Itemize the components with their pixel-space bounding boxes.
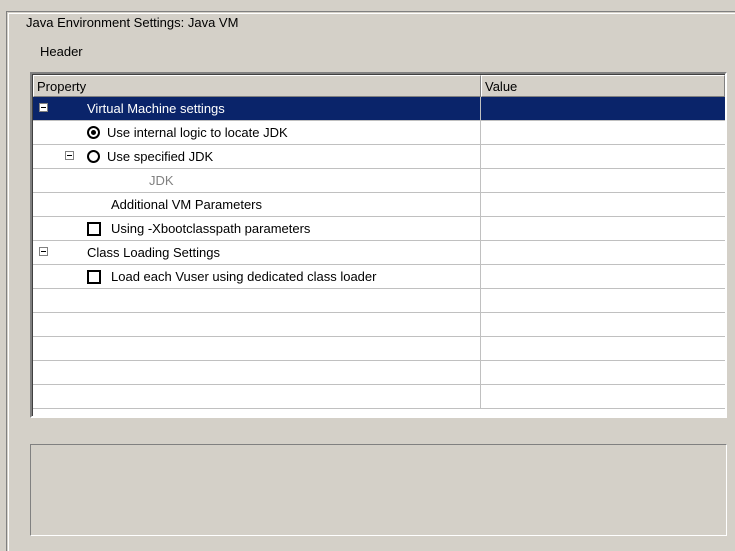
grid-row-use-internal-logic[interactable]: Use internal logic to locate JDK bbox=[33, 121, 725, 145]
collapse-icon[interactable] bbox=[39, 103, 48, 112]
grid-row-empty bbox=[33, 289, 725, 313]
row-value[interactable] bbox=[481, 97, 725, 120]
header-label: Header bbox=[40, 44, 83, 59]
checkbox-unchecked-icon[interactable] bbox=[87, 270, 101, 284]
grid-row-xbootclasspath[interactable]: Using -Xbootclasspath parameters bbox=[33, 217, 725, 241]
row-value[interactable] bbox=[481, 265, 725, 288]
grid-row-virtual-machine-settings[interactable]: Virtual Machine settings bbox=[33, 97, 725, 121]
row-label: Virtual Machine settings bbox=[87, 101, 225, 116]
row-value[interactable] bbox=[481, 169, 725, 192]
grid-row-class-loading-settings[interactable]: Class Loading Settings bbox=[33, 241, 725, 265]
grid-row-empty bbox=[33, 361, 725, 385]
row-label: Load each Vuser using dedicated class lo… bbox=[111, 269, 377, 284]
row-value[interactable] bbox=[481, 145, 725, 168]
groupbox-title: Java Environment Settings: Java VM bbox=[23, 15, 242, 30]
row-label: Use internal logic to locate JDK bbox=[107, 125, 288, 140]
grid-row-jdk[interactable]: JDK bbox=[33, 169, 725, 193]
row-value[interactable] bbox=[481, 121, 725, 144]
grid-row-use-specified-jdk[interactable]: Use specified JDK bbox=[33, 145, 725, 169]
row-value[interactable] bbox=[481, 241, 725, 264]
row-label: Using -Xbootclasspath parameters bbox=[111, 221, 311, 236]
grid-row-empty bbox=[33, 337, 725, 361]
column-header-property[interactable]: Property bbox=[33, 75, 481, 97]
row-value[interactable] bbox=[481, 193, 725, 216]
row-label: Additional VM Parameters bbox=[111, 197, 263, 212]
radio-selected-icon[interactable] bbox=[87, 126, 100, 139]
row-value[interactable] bbox=[481, 217, 725, 240]
grid-row-empty bbox=[33, 313, 725, 337]
row-label: Use specified JDK bbox=[107, 149, 214, 164]
checkbox-unchecked-icon[interactable] bbox=[87, 222, 101, 236]
collapse-icon[interactable] bbox=[65, 151, 74, 160]
column-header-value[interactable]: Value bbox=[481, 75, 725, 97]
grid-row-dedicated-class-loader[interactable]: Load each Vuser using dedicated class lo… bbox=[33, 265, 725, 289]
grid-column-headers: Property Value bbox=[33, 75, 725, 97]
row-label: Class Loading Settings bbox=[87, 245, 220, 260]
description-panel bbox=[30, 444, 727, 536]
row-label: JDK bbox=[149, 173, 174, 188]
property-grid[interactable]: Property Value Virtual Machine settings … bbox=[30, 72, 727, 418]
radio-unselected-icon[interactable] bbox=[87, 150, 100, 163]
grid-row-additional-vm-parameters[interactable]: Additional VM Parameters bbox=[33, 193, 725, 217]
grid-row-empty bbox=[33, 385, 725, 409]
collapse-icon[interactable] bbox=[39, 247, 48, 256]
